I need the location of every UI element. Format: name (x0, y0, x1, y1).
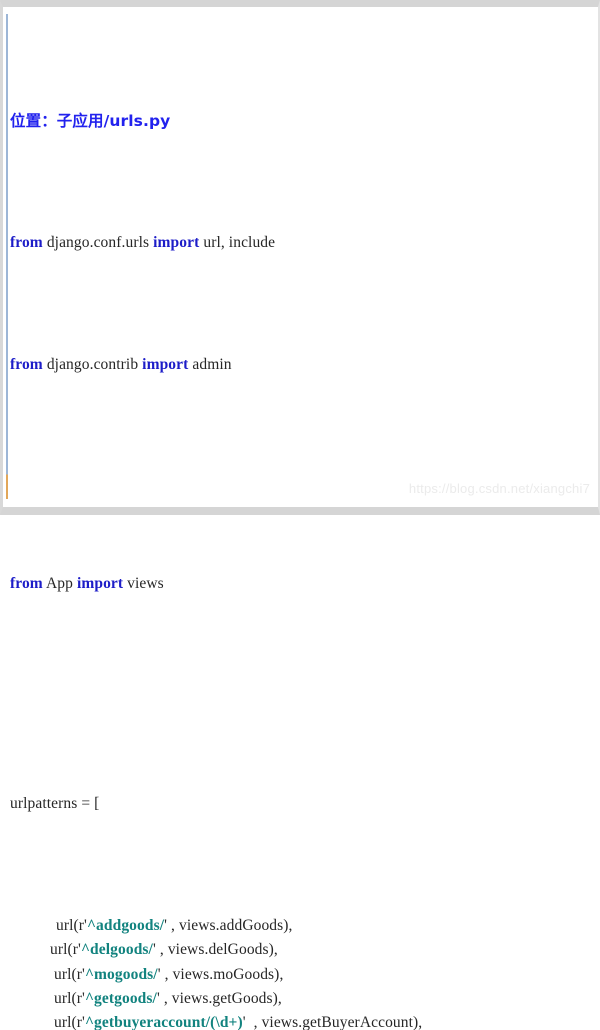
raw-string-prefix: r' (78, 916, 87, 934)
url-route-line: url(r'^delgoods/' , views.delGoods), (10, 938, 598, 962)
keyword-from: from (10, 575, 43, 593)
keyword-import: import (153, 233, 200, 251)
import-names: views (127, 575, 164, 593)
file-location-heading: 位置：子应用/urls.py (10, 109, 598, 133)
raw-string-prefix: r' (76, 1014, 85, 1030)
url-route-line: url(r'^addgoods/' , views.addGoods), (10, 914, 598, 938)
url-function-call: url( (50, 941, 73, 959)
argument-separator: , (167, 916, 179, 934)
url-route-line: url(r'^getbuyeraccount/(\d+)' , views.ge… (10, 1011, 598, 1030)
argument-separator: , (159, 990, 172, 1008)
url-route-line: url(r'^getgoods/' , views.getGoods), (10, 987, 598, 1011)
url-regex-pattern: ^getbuyeraccount/(\d+) (84, 1014, 243, 1030)
import-names: admin (192, 355, 232, 373)
url-regex-pattern: ^delgoods/ (80, 941, 153, 959)
keyword-from: from (10, 355, 43, 373)
import-module: django.contrib (46, 355, 139, 373)
argument-separator: , (245, 1014, 262, 1030)
keyword-import: import (76, 575, 124, 593)
url-function-call: url( (54, 1014, 77, 1030)
raw-string-prefix: r' (72, 941, 81, 959)
file-location-text: 位置：子应用/urls.py (10, 111, 171, 130)
urlpatterns-assignment: urlpatterns = [ (10, 794, 100, 812)
view-reference: views.moGoods), (172, 965, 284, 983)
argument-separator: , (160, 965, 173, 983)
view-reference: views.addGoods), (179, 916, 293, 934)
csdn-watermark: https://blog.csdn.net/xiangchi7 (408, 481, 590, 496)
url-function-call: url( (54, 990, 77, 1008)
url-regex-pattern: ^mogoods/ (84, 965, 158, 983)
import-statement-line: from django.contrib import admin (10, 353, 598, 377)
url-regex-pattern: ^getgoods/ (84, 990, 157, 1008)
raw-string-prefix: r' (76, 990, 85, 1008)
url-route-line: url(r'^mogoods/' , views.moGoods), (10, 963, 598, 987)
raw-string-prefix: r' (76, 965, 85, 983)
import-module: django.conf.urls (46, 233, 150, 251)
view-reference: views.delGoods), (167, 941, 278, 959)
url-function-call: url( (54, 965, 77, 983)
urlpatterns-assignment-line: urlpatterns = [ (10, 792, 598, 816)
argument-separator: , (155, 941, 168, 959)
url-function-call: url( (56, 916, 79, 934)
keyword-import: import (142, 355, 189, 373)
import-statement-line: from django.conf.urls import url, includ… (10, 231, 598, 255)
url-regex-pattern: ^addgoods/ (86, 916, 165, 934)
import-names: url, include (203, 233, 276, 251)
route-list: url(r'^addgoods/' , views.addGoods), url(… (10, 914, 598, 1030)
view-reference: views.getGoods), (171, 990, 282, 1008)
import-statement-line: from App import views (10, 572, 598, 596)
code-listing: 位置：子应用/urls.py from django.conf.urls imp… (5, 9, 598, 1030)
import-module: App (45, 575, 73, 593)
keyword-from: from (10, 233, 43, 251)
code-snippet-card: 位置：子应用/urls.py from django.conf.urls imp… (0, 0, 600, 1030)
view-reference: views.getBuyerAccount), (261, 1014, 423, 1030)
